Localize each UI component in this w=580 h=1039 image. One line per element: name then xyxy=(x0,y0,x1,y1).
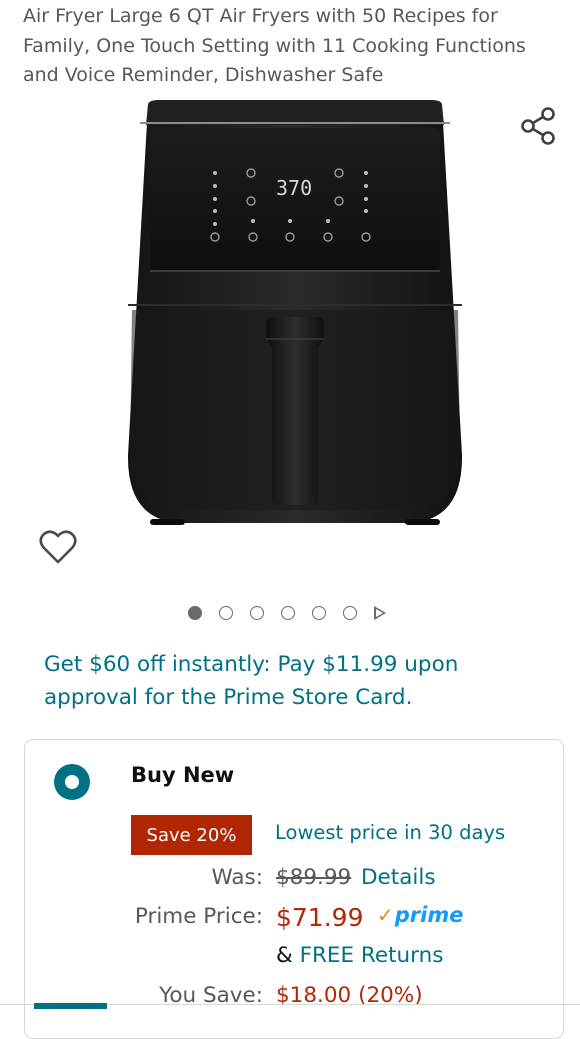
buy-new-label: Buy New xyxy=(131,763,235,787)
product-image[interactable]: 370 xyxy=(110,95,480,535)
carousel-dot[interactable] xyxy=(343,606,357,620)
free-returns-link[interactable]: FREE Returns xyxy=(300,943,444,968)
save-percent-badge: Save 20% xyxy=(131,815,252,855)
lowest-price-note: Lowest price in 30 days xyxy=(275,821,506,844)
share-icon[interactable] xyxy=(518,105,560,147)
carousel-dot[interactable] xyxy=(312,606,326,620)
was-price: $89.99 xyxy=(276,865,352,890)
display-readout: 370 xyxy=(276,176,312,200)
was-label: Was: xyxy=(211,865,263,890)
prime-price-label: Prime Price: xyxy=(134,904,263,929)
carousel-dot[interactable] xyxy=(250,606,264,620)
carousel-dot[interactable] xyxy=(188,606,202,620)
prime-wordmark: prime xyxy=(394,903,464,927)
prime-card-promo-link[interactable]: Get $60 off instantly: Pay $11.99 upon a… xyxy=(44,648,544,714)
details-link[interactable]: Details xyxy=(361,865,436,890)
image-carousel-indicator xyxy=(188,603,386,623)
free-returns: & FREE Returns xyxy=(276,943,443,968)
play-arrow-icon[interactable] xyxy=(374,606,386,620)
free-returns-prefix: & xyxy=(276,943,300,968)
tab-indicator xyxy=(34,1003,107,1009)
carousel-dot[interactable] xyxy=(281,606,295,620)
prime-price: $71.99 xyxy=(276,903,364,932)
buy-new-radio[interactable] xyxy=(54,764,90,800)
carousel-dot[interactable] xyxy=(219,606,233,620)
product-title: Air Fryer Large 6 QT Air Fryers with 50 … xyxy=(23,5,526,86)
check-icon: ✓ xyxy=(377,903,394,927)
heart-outline-icon[interactable] xyxy=(38,528,78,566)
prime-logo: ✓ prime xyxy=(377,903,463,927)
